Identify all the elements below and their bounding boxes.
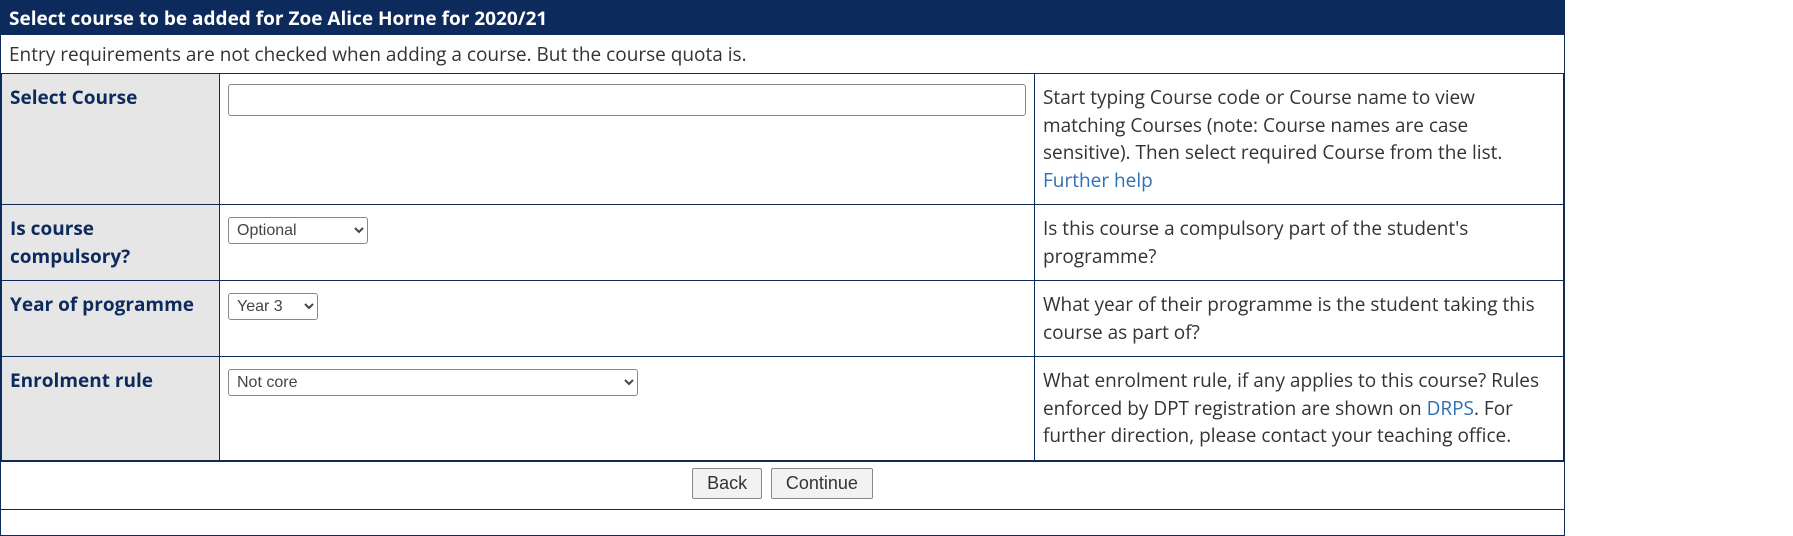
compulsory-select[interactable]: Optional — [228, 217, 368, 244]
footer-strip — [1, 509, 1564, 535]
intro-text: Entry requirements are not checked when … — [1, 35, 1564, 73]
enrolment-select[interactable]: Not core — [228, 369, 638, 396]
control-year: Year 3 — [220, 281, 1035, 357]
help-compulsory: Is this course a compulsory part of the … — [1035, 205, 1564, 281]
help-text-select-course: Start typing Course code or Course name … — [1043, 84, 1502, 165]
panel-title: Select course to be added for Zoe Alice … — [1, 1, 1564, 35]
label-select-course: Select Course — [2, 74, 220, 205]
label-compulsory: Is course compulsory? — [2, 205, 220, 281]
row-compulsory: Is course compulsory? Optional Is this c… — [2, 205, 1564, 281]
drps-link[interactable]: DRPS — [1427, 395, 1474, 421]
continue-button[interactable]: Continue — [771, 468, 873, 499]
row-year: Year of programme Year 3 What year of th… — [2, 281, 1564, 357]
row-select-course: Select Course Start typing Course code o… — [2, 74, 1564, 205]
control-enrolment: Not core — [220, 357, 1035, 461]
control-select-course — [220, 74, 1035, 205]
label-year: Year of programme — [2, 281, 220, 357]
add-course-panel: Select course to be added for Zoe Alice … — [0, 0, 1565, 536]
help-enrolment: What enrolment rule, if any applies to t… — [1035, 357, 1564, 461]
help-select-course: Start typing Course code or Course name … — [1035, 74, 1564, 205]
control-compulsory: Optional — [220, 205, 1035, 281]
button-row: Back Continue — [1, 461, 1564, 509]
course-search-input[interactable] — [228, 84, 1026, 116]
further-help-link[interactable]: Further help — [1043, 167, 1153, 193]
row-enrolment: Enrolment rule Not core What enrolment r… — [2, 357, 1564, 461]
form-table: Select Course Start typing Course code o… — [1, 73, 1564, 461]
help-year: What year of their programme is the stud… — [1035, 281, 1564, 357]
label-enrolment: Enrolment rule — [2, 357, 220, 461]
year-select[interactable]: Year 3 — [228, 293, 318, 320]
back-button[interactable]: Back — [692, 468, 762, 499]
